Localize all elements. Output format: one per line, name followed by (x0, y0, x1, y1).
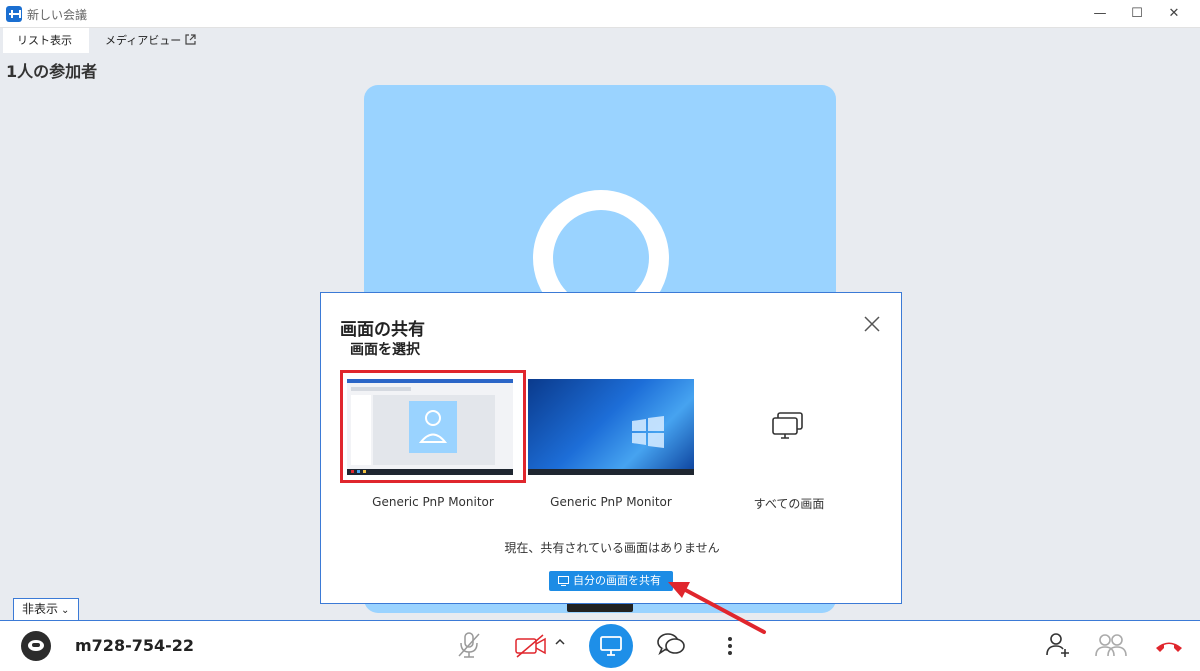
hide-toggle-button[interactable]: 非表示 ⌄ (13, 598, 79, 620)
microphone-muted-icon[interactable] (456, 631, 482, 659)
add-participant-icon[interactable] (1045, 631, 1071, 659)
participants-count: 1人の参加者 (6, 62, 98, 81)
dialog-subtitle: 画面を選択 (350, 342, 420, 358)
screen-thumbnail-1[interactable] (347, 379, 513, 475)
minimize-button[interactable]: — (1083, 0, 1117, 28)
screen-1-label: Generic PnP Monitor (372, 495, 494, 509)
dialog-title: 画面の共有 (340, 320, 425, 340)
share-my-screen-button[interactable]: 自分の画面を共有 (549, 571, 673, 591)
maximize-button[interactable]: ☐ (1120, 0, 1154, 28)
share-my-screen-label: 自分の画面を共有 (573, 574, 661, 587)
screen-1-preview (347, 379, 513, 475)
annotation-arrow-icon (668, 582, 766, 634)
screen-share-icon (558, 576, 569, 586)
camera-off-icon[interactable] (513, 633, 549, 659)
screen-thumbnail-2[interactable] (528, 379, 694, 475)
meeting-avatar-icon (21, 631, 51, 661)
pop-out-icon[interactable] (185, 34, 196, 45)
window-title: 新しい会議 (27, 8, 88, 22)
share-screen-dialog: 画面の共有 画面を選択 Generic PnP Monitor Generic … (320, 292, 902, 604)
meeting-id: m728-754-22 (75, 636, 195, 655)
teamviewer-logo-icon (6, 6, 22, 22)
chevron-down-icon: ⌄ (61, 605, 70, 616)
screen-2-label: Generic PnP Monitor (550, 495, 672, 509)
tab-media-view[interactable]: メディアビュー (91, 28, 195, 53)
windows-logo-icon (528, 416, 694, 475)
close-window-button[interactable]: ✕ (1157, 0, 1191, 28)
share-screen-button[interactable] (589, 624, 633, 668)
hang-up-icon[interactable] (1154, 635, 1184, 657)
all-screens-icon[interactable] (770, 411, 806, 441)
close-dialog-icon[interactable] (861, 313, 883, 335)
hide-toggle-label: 非表示 (22, 602, 59, 616)
meeting-toolbar: m728-754-22 (0, 620, 1200, 671)
title-bar: 新しい会議 — ☐ ✕ (0, 0, 1200, 28)
chevron-up-icon[interactable] (554, 637, 566, 647)
tab-list-view[interactable]: リスト表示 (3, 28, 89, 53)
monitor-icon (600, 636, 622, 656)
all-screens-label[interactable]: すべての画面 (729, 495, 849, 512)
share-status-text: 現在、共有されている画面はありません (504, 541, 720, 555)
view-tabs: リスト表示 メディアビュー (0, 28, 1200, 53)
participants-icon[interactable] (1093, 631, 1129, 659)
